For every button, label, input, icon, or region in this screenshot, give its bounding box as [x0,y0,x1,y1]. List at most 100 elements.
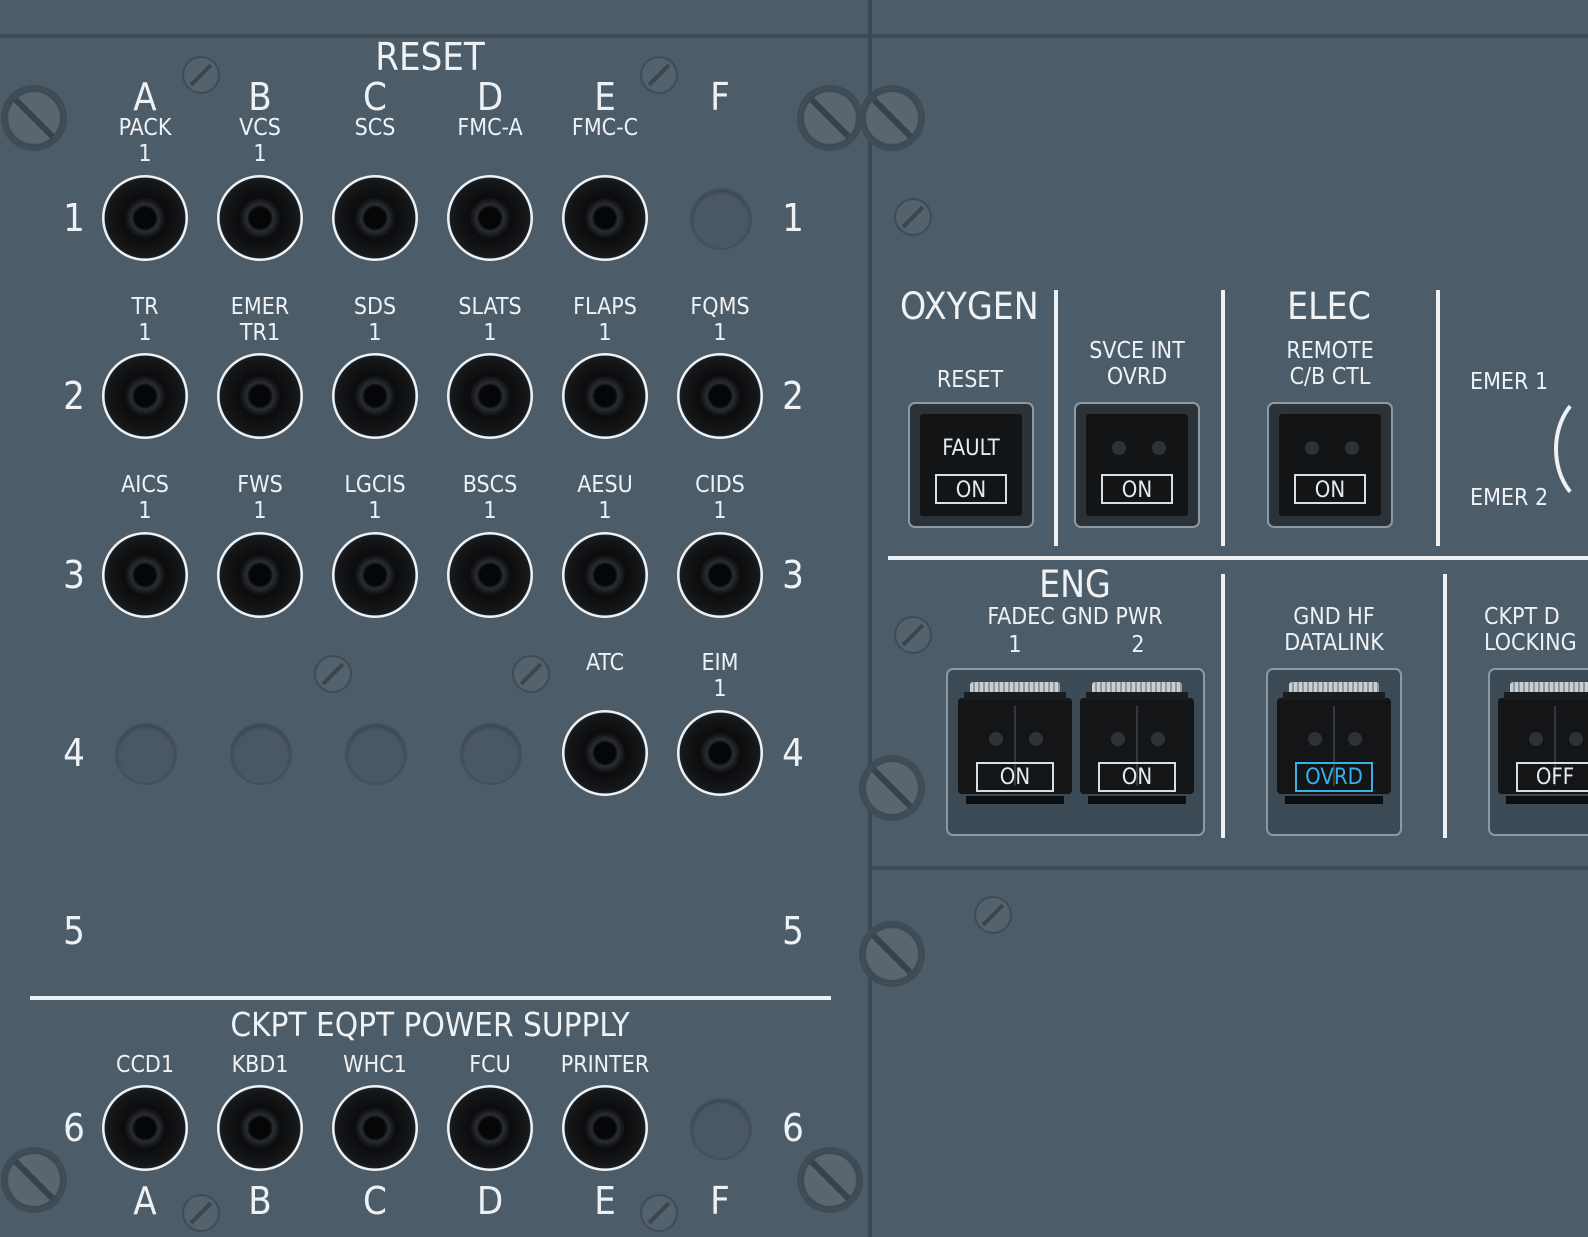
on-legend: ON [935,474,1007,504]
breaker-label: ATC [585,650,625,676]
circuit-breaker[interactable] [677,710,763,796]
circuit-breaker[interactable] [562,710,648,796]
empty-breaker-slot [690,1098,752,1160]
panel-screw [4,1150,64,1210]
panel-pin [316,657,350,691]
ckpt-eqpt-title: CKPT EQPT POWER SUPPLY [230,1005,630,1044]
circuit-breaker[interactable] [217,1085,303,1171]
breaker-label: BSCS 1 [462,472,518,524]
breaker-label: FCU [469,1052,511,1078]
circuit-breaker[interactable] [102,175,188,261]
breaker-label: EMER TR1 [230,294,290,346]
row-number-left: 1 [63,196,85,240]
circuit-breaker[interactable] [332,1085,418,1171]
circuit-breaker[interactable] [677,532,763,618]
breaker-label: FMC-C [571,115,639,141]
fadec-gnd-pwr-2-switch[interactable]: ON [1080,670,1194,804]
ovrd-legend: OVRD [1295,762,1373,792]
emer2-label: EMER 2 [1470,485,1549,511]
breaker-label: WHC1 [343,1052,407,1078]
row-number-left: 5 [63,909,85,953]
column-letter: C [363,75,387,119]
row-number-right: 2 [782,374,804,418]
breaker-label: CIDS 1 [695,472,745,524]
panel-groove [872,866,1588,870]
column-letter: D [476,1179,504,1223]
empty-breaker-slot [460,723,522,785]
ckpt-door-locking-switch[interactable]: OFF [1498,670,1588,804]
circuit-breaker[interactable] [102,353,188,439]
breaker-label: SDS 1 [353,294,397,346]
circuit-breaker[interactable] [677,353,763,439]
panel-screw [862,924,922,984]
circuit-breaker[interactable] [102,532,188,618]
emer1-label: EMER 1 [1470,369,1549,395]
panel-screw [800,88,860,148]
circuit-breaker[interactable] [562,532,648,618]
breaker-label: SCS [354,115,396,141]
row-number-left: 6 [63,1106,85,1150]
panel-pin [896,618,930,652]
column-letter: C [363,1179,387,1223]
fadec-gnd-pwr-label: FADEC GND PWR [987,604,1163,630]
circuit-breaker[interactable] [447,1085,533,1171]
column-letter: F [710,75,730,119]
indicator-light [1112,441,1126,455]
breaker-label: FQMS 1 [690,294,750,346]
circuit-breaker[interactable] [562,353,648,439]
section-divider [1436,290,1440,546]
breaker-label: FWS 1 [237,472,283,524]
reset-title: RESET [375,35,485,79]
oxygen-reset-button[interactable]: FAULT ON [908,402,1034,528]
circuit-breaker[interactable] [217,353,303,439]
row-number-right: 4 [782,731,804,775]
panel-pin [896,200,930,234]
elec-title: ELEC [1287,285,1371,328]
section-divider [30,996,831,1000]
circuit-breaker[interactable] [447,175,533,261]
column-letter: B [248,1179,272,1223]
row-number-right: 1 [782,196,804,240]
circuit-breaker[interactable] [332,353,418,439]
circuit-breaker[interactable] [562,175,648,261]
maintenance-panel: OXYGEN RESET FAULT ON SVCE INT OVRD ON E… [862,0,1588,1237]
svce-int-ovrd-button[interactable]: ON [1074,402,1200,528]
breaker-label: FMC-A [457,115,523,141]
section-divider [1221,574,1225,838]
column-letter: B [248,75,272,119]
breaker-label: FLAPS 1 [573,294,637,346]
remote-cb-ctl-label: REMOTE C/B CTL [1286,338,1374,390]
section-divider [1443,574,1447,838]
section-divider [888,556,1588,560]
panel-pin [642,58,676,92]
circuit-breaker[interactable] [332,532,418,618]
fadec-gnd-pwr-1-switch[interactable]: ON [958,670,1072,804]
circuit-breaker[interactable] [447,532,533,618]
circuit-breaker[interactable] [217,175,303,261]
circuit-breaker[interactable] [217,532,303,618]
on-legend: ON [1294,474,1366,504]
breaker-label: SLATS 1 [458,294,522,346]
row-number-right: 3 [782,553,804,597]
circuit-breaker[interactable] [332,175,418,261]
on-legend: ON [976,762,1054,792]
panel-screw [862,758,922,818]
circuit-breaker[interactable] [562,1085,648,1171]
eng1-number: 1 [1008,632,1022,658]
row-number-left: 2 [63,374,85,418]
breaker-label: TR 1 [131,294,159,346]
row-number-left: 3 [63,553,85,597]
remote-cb-ctl-button[interactable]: ON [1267,402,1393,528]
cb-reset-panel: RESET A B C D E F 1 1 2 2 3 3 4 4 5 5 PACK 1 VCS 1 SCS FM… [0,0,872,1237]
column-letter: A [133,1179,157,1223]
indicator-light [1305,441,1319,455]
breaker-label: VCS 1 [239,115,281,167]
oxygen-reset-label: RESET [936,367,1004,393]
breaker-label: CCD1 [115,1052,174,1078]
fault-annunciator: FAULT [942,436,1000,461]
breaker-label: PACK 1 [118,115,172,167]
circuit-breaker[interactable] [447,353,533,439]
circuit-breaker[interactable] [102,1085,188,1171]
gnd-hf-datalink-switch[interactable]: OVRD [1277,670,1391,804]
breaker-label: KBD1 [231,1052,289,1078]
